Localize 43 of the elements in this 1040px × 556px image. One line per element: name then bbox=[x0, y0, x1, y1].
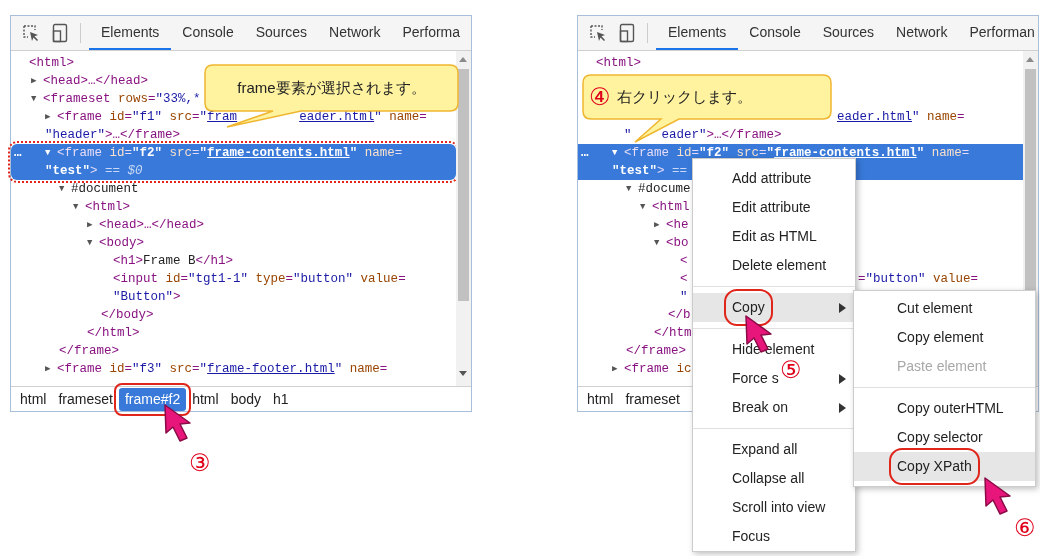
code-line: " bbox=[680, 289, 688, 306]
code-line: </frame> bbox=[59, 343, 119, 360]
step-number: ⑥ bbox=[1014, 516, 1036, 540]
code-line: <html> bbox=[29, 55, 74, 72]
code-line: "test"> == bbox=[612, 163, 688, 180]
code-line: <bo bbox=[666, 235, 689, 252]
code-line: <html bbox=[652, 199, 690, 216]
code-line: <input id="tgt1-1" type="button" value= bbox=[113, 271, 406, 288]
code-line: <frame id="f2" src="frame-contents.html" name= bbox=[624, 145, 970, 162]
code-line: <frame id="f2" src="frame-contents.html" name= bbox=[57, 145, 403, 162]
code-line: < bbox=[680, 271, 688, 288]
code-line: "test"> == $0 bbox=[45, 163, 143, 180]
step-number: ③ bbox=[189, 451, 211, 475]
code-line: <frame id="f3" src="frame-footer.html" name= bbox=[57, 361, 388, 378]
code-line: #document bbox=[71, 181, 139, 198]
code-line: </body> bbox=[101, 307, 154, 324]
callout-text: frame要素が選択されます。 bbox=[237, 77, 426, 98]
code-line: eader.html" name= bbox=[837, 109, 965, 126]
code-line: </html> bbox=[87, 325, 140, 342]
code-line: <frameset rows="33%,* bbox=[43, 91, 201, 108]
code-line: #docume bbox=[638, 181, 691, 198]
code-line: "header">…</frame> bbox=[45, 127, 181, 144]
code-line: <h1>Frame B</h1> bbox=[113, 253, 234, 270]
code-line: <head>…</head> bbox=[43, 73, 149, 90]
step-number: ④ bbox=[589, 85, 611, 109]
callout-text: 右クリックします。 bbox=[616, 86, 752, 107]
code-line: </htm bbox=[654, 325, 692, 342]
code-line: <frame id="f1" src="fram bbox=[57, 109, 238, 126]
code-line: <he bbox=[666, 217, 689, 234]
code-line: <html> bbox=[596, 55, 641, 72]
code-line: <head>…</head> bbox=[99, 217, 205, 234]
code-line: "Button"> bbox=[113, 289, 181, 306]
code-line: </b bbox=[668, 307, 691, 324]
code-line: eader.html" name= bbox=[299, 109, 427, 126]
code-line: <frame ic bbox=[624, 361, 692, 378]
code-line: < bbox=[680, 253, 688, 270]
code-line: " bbox=[624, 127, 632, 144]
code-line: ="button" value= bbox=[858, 271, 979, 288]
code-line: </frame> bbox=[626, 343, 686, 360]
code-line: <body> bbox=[99, 235, 144, 252]
step-number: ⑤ bbox=[780, 358, 802, 382]
code-line: eader">…</frame> bbox=[661, 127, 782, 144]
code-line: <html> bbox=[85, 199, 130, 216]
